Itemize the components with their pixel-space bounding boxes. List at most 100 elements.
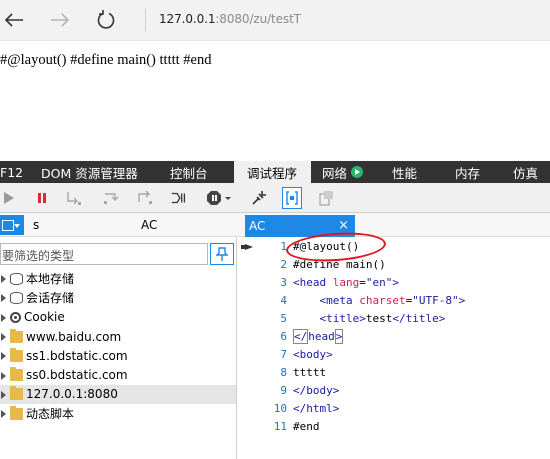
expand-icon[interactable]	[0, 390, 9, 399]
line-number[interactable]: 7	[237, 348, 293, 361]
code-token: test	[365, 311, 393, 325]
tab-network[interactable]: 网络	[311, 161, 379, 183]
code-text: </head>	[293, 329, 344, 345]
expand-icon[interactable]	[0, 371, 9, 380]
break-on-new-worker-icon[interactable]	[170, 189, 188, 207]
code-token: </html>	[293, 402, 340, 416]
tab-debugger[interactable]: 调试程序	[234, 161, 311, 183]
pretty-print-icon[interactable]	[282, 187, 302, 209]
folder-icon	[10, 328, 23, 343]
pin-icon[interactable]	[210, 243, 234, 265]
code-token: "en"	[365, 275, 393, 289]
code-line[interactable]: 5 <title>test</title>	[237, 309, 550, 327]
line-number[interactable]: 5	[237, 312, 293, 325]
tree-item-label: Cookie	[24, 310, 65, 325]
tab-dom-explorer[interactable]: DOM 资源管理器	[33, 161, 157, 183]
step-into-icon[interactable]	[65, 189, 83, 207]
code-line[interactable]: 4 <meta charset="UTF-8">	[237, 291, 550, 309]
code-line[interactable]: 6 </head>	[237, 327, 550, 345]
database-icon	[10, 272, 23, 285]
code-token: >	[392, 275, 399, 289]
tab-console-label: 控制台	[170, 165, 208, 181]
code-token: </body>	[293, 384, 340, 398]
editor-tab-ac[interactable]: AC ×	[245, 215, 355, 237]
exception-behavior-icon[interactable]	[206, 189, 232, 207]
code-line[interactable]: 9 </body>	[237, 382, 550, 400]
tab-console[interactable]: 控制台	[157, 161, 234, 183]
code-token: >	[458, 293, 466, 307]
disconnect-debugger-icon[interactable]	[250, 189, 268, 207]
code-line[interactable]: 1 #@layout()	[237, 237, 550, 255]
expand-icon[interactable]	[0, 313, 9, 322]
continue-icon[interactable]	[0, 189, 18, 207]
code-text: <body>	[293, 348, 333, 361]
refresh-icon[interactable]	[92, 6, 120, 34]
code-line[interactable]: 11 #end	[237, 418, 550, 436]
line-number[interactable]: 10	[237, 402, 293, 415]
code-token: ttttt	[293, 366, 327, 380]
folder-icon	[10, 386, 23, 401]
source-map-icon[interactable]	[318, 189, 336, 207]
forward-arrow-icon[interactable]	[46, 6, 74, 34]
expand-icon[interactable]	[0, 409, 9, 419]
code-line[interactable]: 2 #define main()	[237, 255, 550, 273]
tree-item-cookie[interactable]: Cookie	[0, 308, 236, 327]
address-bar[interactable]: 127.0.0.1:8080/zu/testT	[159, 12, 301, 26]
line-number[interactable]: 8	[237, 366, 293, 379]
line-number[interactable]: 4	[237, 294, 293, 307]
code-line[interactable]: 10 </html>	[237, 400, 550, 418]
open-document-icon[interactable]	[0, 215, 24, 235]
line-number[interactable]: 11	[237, 420, 293, 433]
left-tab-ac[interactable]: AC	[141, 218, 157, 232]
tree-item-baidu[interactable]: www.baidu.com	[0, 327, 236, 346]
expand-icon[interactable]	[0, 332, 9, 342]
code-token: <meta	[293, 293, 360, 307]
step-out-icon[interactable]	[136, 189, 154, 207]
tree-item-ss1-bdstatic[interactable]: ss1.bdstatic.com	[0, 346, 236, 365]
tab-f12[interactable]: F12	[0, 161, 33, 183]
code-token: #end	[293, 420, 320, 434]
database-icon	[10, 291, 23, 304]
expand-icon[interactable]	[0, 274, 9, 284]
line-number[interactable]: 6	[237, 330, 293, 343]
code-text: <head lang="en">	[293, 276, 399, 289]
network-play-icon[interactable]	[351, 166, 364, 178]
code-token: >	[334, 329, 344, 345]
back-arrow-icon[interactable]	[0, 6, 28, 34]
tree-item-ss0-bdstatic[interactable]: ss0.bdstatic.com	[0, 365, 236, 384]
tab-performance[interactable]: 性能	[379, 161, 441, 183]
filter-input[interactable]: 要筛选的类型	[0, 243, 208, 265]
line-number[interactable]: 2	[237, 258, 293, 271]
tab-emulation[interactable]: 仿真	[501, 161, 550, 183]
tree-item-localhost[interactable]: 127.0.0.1:8080	[0, 384, 236, 405]
tree-item-dynamic-scripts[interactable]: 动态脚本	[0, 404, 236, 423]
code-token: head	[308, 330, 335, 344]
code-token: </	[293, 329, 309, 345]
code-area[interactable]: 1 #@layout() 2 #define main() 3 <head lang="e…	[237, 237, 550, 436]
left-tab-s[interactable]: s	[33, 218, 39, 232]
browser-navbar: 127.0.0.1:8080/zu/testT	[0, 0, 550, 41]
code-line[interactable]: 3 <head lang="en">	[237, 273, 550, 291]
step-over-icon[interactable]	[102, 189, 120, 207]
code-text: #define main()	[293, 258, 386, 271]
tab-emulation-label: 仿真	[513, 165, 539, 181]
cookie-gear-icon	[10, 311, 21, 323]
debugger-toolbar	[0, 183, 550, 213]
tree-item-label: 127.0.0.1:8080	[26, 387, 118, 402]
break-icon[interactable]	[33, 189, 51, 207]
expand-icon[interactable]	[0, 351, 9, 361]
tree-item-local-storage[interactable]: 本地存储	[0, 269, 236, 288]
tree-item-session-storage[interactable]: 会话存储	[0, 288, 236, 307]
line-number[interactable]: 3	[237, 276, 293, 289]
tab-memory[interactable]: 内存	[441, 161, 501, 183]
code-line[interactable]: 7 <body>	[237, 346, 550, 364]
address-divider	[145, 9, 146, 31]
line-number[interactable]: 9	[237, 384, 293, 397]
tree-item-label: www.baidu.com	[26, 329, 122, 344]
close-icon[interactable]: ×	[338, 218, 349, 233]
folder-icon	[10, 405, 23, 420]
code-token: charset	[359, 293, 406, 307]
code-line[interactable]: 8 ttttt	[237, 364, 550, 382]
expand-icon[interactable]	[0, 293, 9, 303]
line-number[interactable]: 1	[237, 240, 293, 253]
